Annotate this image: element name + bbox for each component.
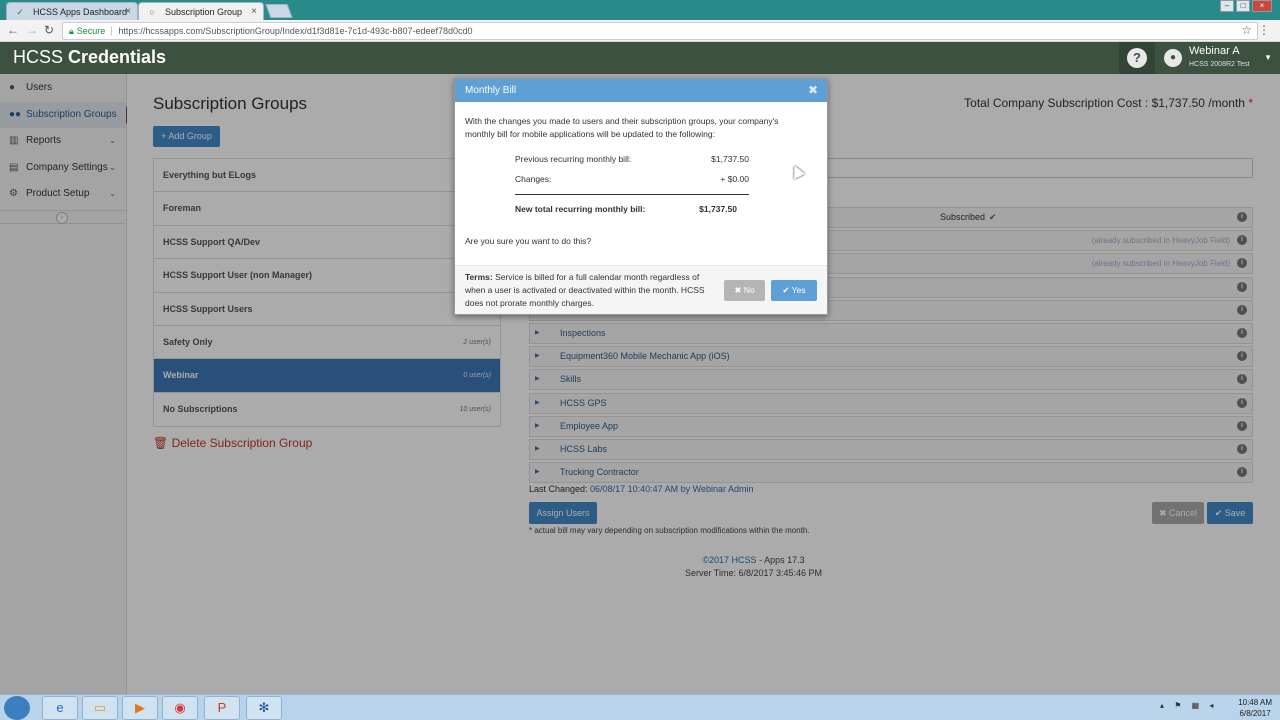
app-snowflake-icon[interactable]: ✻ [246, 696, 282, 720]
file-explorer-icon[interactable]: ▭ [82, 696, 118, 720]
dialog-intro: With the changes you made to users and t… [465, 116, 779, 139]
caret-down-icon: ▼ [1264, 53, 1272, 62]
no-button[interactable]: ✖ No [724, 280, 765, 301]
system-clock[interactable]: 10:48 AM 6/8/2017 [1238, 697, 1272, 719]
dialog-confirm-question: Are you sure you want to do this? [465, 236, 592, 246]
dialog-footer: Terms: Service is billed for a full cale… [455, 265, 827, 314]
dialog-title: Monthly Bill [465, 85, 517, 96]
system-tray-icons[interactable]: ▴ ⚑ ▦ ◂ [1160, 701, 1217, 710]
powerpoint-icon[interactable]: P [204, 696, 240, 720]
dialog-header: Monthly Bill ✖ [455, 79, 827, 102]
bill-total-value: $1,737.50 [699, 204, 737, 214]
minimize-button[interactable]: – [1220, 0, 1234, 12]
new-tab-button[interactable] [265, 4, 293, 18]
forward-arrow-icon[interactable]: → [26, 23, 38, 37]
reload-icon[interactable]: ↻ [44, 23, 54, 37]
terms-label: Terms: [465, 272, 493, 282]
url-text: https://hcssapps.com/SubscriptionGroup/I… [118, 26, 473, 36]
maximize-button[interactable]: □ [1236, 0, 1250, 12]
terms-body: Service is billed for a full calendar mo… [465, 272, 705, 308]
address-bar: ← → ↻ 🔒︎ Secure https://hcssapps.com/Subsc… [0, 20, 1280, 42]
bill-row-total: New total recurring monthly bill: $1,737.… [515, 194, 749, 222]
tab-label: Subscription Group [165, 7, 243, 17]
tab-label: HCSS Apps Dashboard [33, 7, 128, 17]
media-player-icon[interactable]: ▶ [122, 696, 158, 720]
yes-label: Yes [791, 285, 806, 295]
clock-date: 6/8/2017 [1239, 709, 1271, 718]
url-field[interactable]: 🔒︎ Secure https://hcssapps.com/Subscriptio… [62, 22, 1258, 40]
tab-subscription-group[interactable]: ○ Subscription Group × [138, 2, 264, 20]
hcss-favicon-icon: ✓ [16, 7, 24, 17]
user-company: HCSS 2008R2 Test [1189, 61, 1250, 68]
chrome-icon[interactable]: ◉ [162, 696, 198, 720]
user-avatar-icon: ● [1164, 49, 1182, 67]
tab-hcss-apps-dashboard[interactable]: ✓ HCSS Apps Dashboard × [6, 2, 138, 20]
help-button[interactable]: ? [1119, 42, 1155, 74]
page-favicon-icon: ○ [149, 7, 155, 17]
window-close-button[interactable]: × [1252, 0, 1272, 12]
terms-text: Terms: Service is billed for a full cale… [465, 271, 715, 310]
internet-explorer-icon[interactable]: e [42, 696, 78, 720]
app-header: HCSS Credentials ? ● Webinar A HCSS 2008… [0, 42, 1280, 74]
bookmark-star-icon[interactable]: ☆ [1241, 23, 1252, 37]
close-tab-icon[interactable]: × [251, 3, 257, 21]
windows-start-icon[interactable] [4, 696, 30, 720]
bill-row-changes: Changes: + $0.00 [515, 169, 749, 189]
close-icon[interactable]: ✖ [808, 79, 818, 102]
bill-row-previous: Previous recurring monthly bill: $1,737.5… [515, 149, 749, 169]
secure-label: Secure [76, 26, 113, 36]
no-label: No [743, 285, 755, 295]
question-icon: ? [1127, 48, 1147, 68]
user-menu[interactable]: ● Webinar A HCSS 2008R2 Test ▼ [1158, 42, 1280, 74]
yes-button[interactable]: ✔ Yes [771, 280, 817, 301]
bill-value: + $0.00 [720, 174, 749, 184]
browser-menu-icon[interactable]: ⋮ [1258, 23, 1270, 37]
brand-light: HCSS [13, 47, 69, 67]
app-brand[interactable]: HCSS Credentials [13, 47, 166, 68]
clock-time: 10:48 AM [1238, 698, 1272, 707]
check-icon: ✔ [782, 285, 790, 295]
bill-label: Previous recurring monthly bill: [515, 154, 632, 164]
browser-tab-bar: ✓ HCSS Apps Dashboard × ○ Subscription G… [0, 0, 1280, 20]
monthly-bill-dialog: Monthly Bill ✖ With the changes you made… [454, 78, 828, 315]
bill-total-label: New total recurring monthly bill: [515, 204, 646, 214]
close-tab-icon[interactable]: × [125, 3, 131, 21]
window-controls: – □ × [1218, 0, 1272, 14]
bill-label: Changes: [515, 174, 552, 184]
user-name: Webinar A [1189, 45, 1240, 57]
bill-value: $1,737.50 [711, 154, 749, 164]
brand-bold: Credentials [68, 47, 167, 67]
windows-taskbar: e ▭ ▶ ◉ P ✻ ▴ ⚑ ▦ ◂ 10:48 AM 6/8/2017 [0, 694, 1280, 720]
bill-summary: Previous recurring monthly bill: $1,737.5… [515, 149, 749, 222]
x-icon: ✖ [734, 285, 742, 295]
back-arrow-icon[interactable]: ← [7, 23, 19, 37]
lock-icon: 🔒︎ [69, 26, 74, 36]
